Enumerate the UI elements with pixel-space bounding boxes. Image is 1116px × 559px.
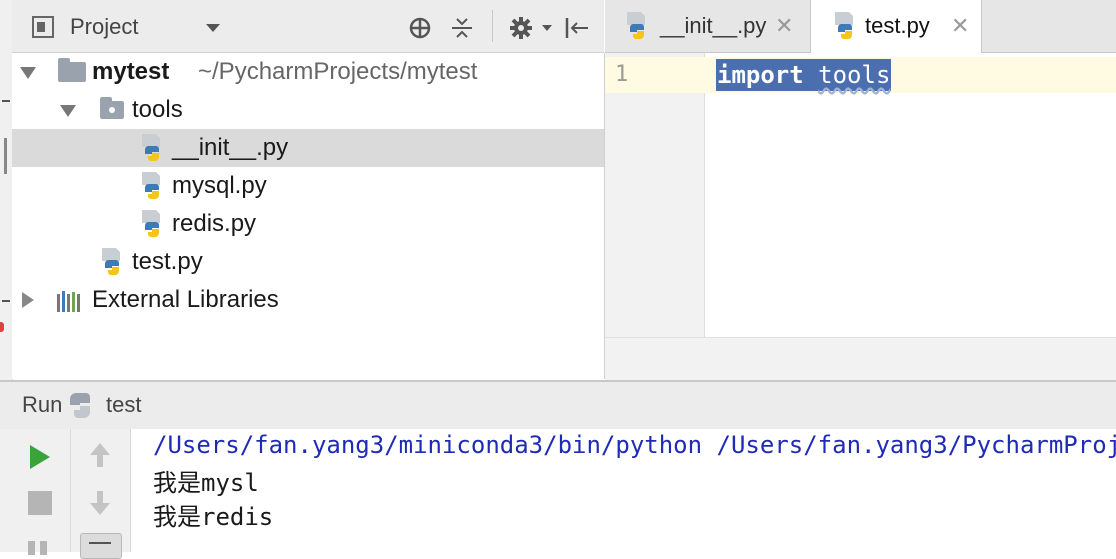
code-keyword: import: [717, 61, 804, 89]
expand-chevron-right-icon[interactable]: [22, 292, 34, 308]
expand-chevron-down-icon[interactable]: [20, 67, 36, 79]
scroll-down-arrow-icon[interactable]: [88, 489, 112, 517]
pause-icon-bar: [40, 541, 47, 555]
console-output-line: 我是mysl: [153, 469, 259, 497]
run-toolbar: [0, 429, 131, 559]
strip-mark: [2, 300, 10, 302]
project-panel-title[interactable]: Project: [70, 14, 138, 40]
locate-target-icon[interactable]: [408, 16, 432, 40]
run-console-output[interactable]: /Users/fan.yang3/miniconda3/bin/python /…: [131, 429, 1116, 552]
tab-label: __init__.py: [660, 13, 767, 38]
run-panel-header: [0, 380, 1116, 431]
folder-icon: [58, 58, 86, 82]
code-editor-area[interactable]: [704, 53, 1116, 337]
python-file-icon: [627, 12, 645, 39]
project-panel-header: Project: [12, 0, 604, 53]
close-icon[interactable]: ✕: [775, 0, 793, 52]
python-file-icon: [835, 12, 853, 39]
tree-node-mysql-py[interactable]: mysql.py: [12, 167, 604, 205]
run-config-name[interactable]: test: [106, 392, 141, 418]
expand-chevron-down-icon[interactable]: [60, 105, 76, 117]
console-output-line: 我是redis: [153, 503, 274, 531]
root-folder-name: mytest: [92, 58, 170, 85]
file-name: test.py: [132, 248, 203, 275]
header-divider: [492, 10, 493, 42]
scroll-up-arrow-icon[interactable]: [88, 441, 112, 469]
tree-node-external-libraries[interactable]: External Libraries: [12, 281, 604, 319]
view-dropdown-chevron-down-icon[interactable]: [206, 24, 220, 32]
tree-node-init-py[interactable]: __init__.py: [12, 129, 604, 167]
editor-bottom-area: [605, 337, 1116, 381]
python-file-icon: [142, 134, 160, 161]
tab-init-py[interactable]: __init__.py ✕: [605, 0, 805, 52]
error-marker: [0, 322, 4, 332]
editor-tab-bar: __init__.py ✕ test.py ✕: [605, 0, 1116, 53]
soft-wrap-toggle-icon[interactable]: [80, 533, 122, 559]
project-tree: mytest ~/PycharmProjects/mytest tools __…: [12, 53, 605, 379]
project-panel-icon: [32, 16, 54, 38]
settings-chevron-down-icon[interactable]: [542, 25, 552, 31]
package-folder-icon: [100, 97, 124, 119]
close-icon[interactable]: ✕: [951, 0, 969, 52]
toolbar-divider: [70, 429, 71, 552]
tree-node-redis-py[interactable]: redis.py: [12, 205, 604, 243]
strip-mark: [2, 100, 10, 102]
editor-gutter: [605, 53, 705, 337]
tree-node-root[interactable]: mytest ~/PycharmProjects/mytest: [12, 53, 604, 91]
tree-node-test-py[interactable]: test.py: [12, 243, 604, 281]
python-file-icon: [102, 248, 120, 275]
run-panel-title[interactable]: Run: [22, 392, 62, 418]
python-file-icon: [142, 172, 160, 199]
gear-icon[interactable]: [508, 15, 534, 41]
file-name: mysql.py: [172, 172, 267, 199]
python-run-config-icon: [70, 393, 90, 418]
strip-tab[interactable]: [4, 138, 7, 174]
library-icon: [57, 291, 80, 312]
collapse-all-icon[interactable]: [450, 16, 474, 40]
libraries-label: External Libraries: [92, 286, 279, 313]
console-command-line: /Users/fan.yang3/miniconda3/bin/python /…: [153, 431, 1116, 459]
code-line-selected[interactable]: import tools: [716, 59, 892, 91]
tab-test-py[interactable]: test.py ✕: [810, 0, 982, 53]
line-number: 1: [615, 62, 629, 87]
code-module-name: tools: [818, 61, 891, 89]
hide-panel-icon[interactable]: [564, 16, 590, 40]
stop-icon[interactable]: [28, 491, 52, 515]
rerun-play-icon[interactable]: [28, 443, 52, 471]
file-name: __init__.py: [172, 134, 289, 161]
tree-node-tools[interactable]: tools: [12, 91, 604, 129]
python-file-icon: [142, 210, 160, 237]
folder-name: tools: [132, 96, 183, 123]
pause-icon[interactable]: [28, 541, 35, 555]
tab-label: test.py: [865, 13, 930, 38]
root-folder-path: ~/PycharmProjects/mytest: [198, 58, 478, 85]
file-name: redis.py: [172, 210, 257, 237]
